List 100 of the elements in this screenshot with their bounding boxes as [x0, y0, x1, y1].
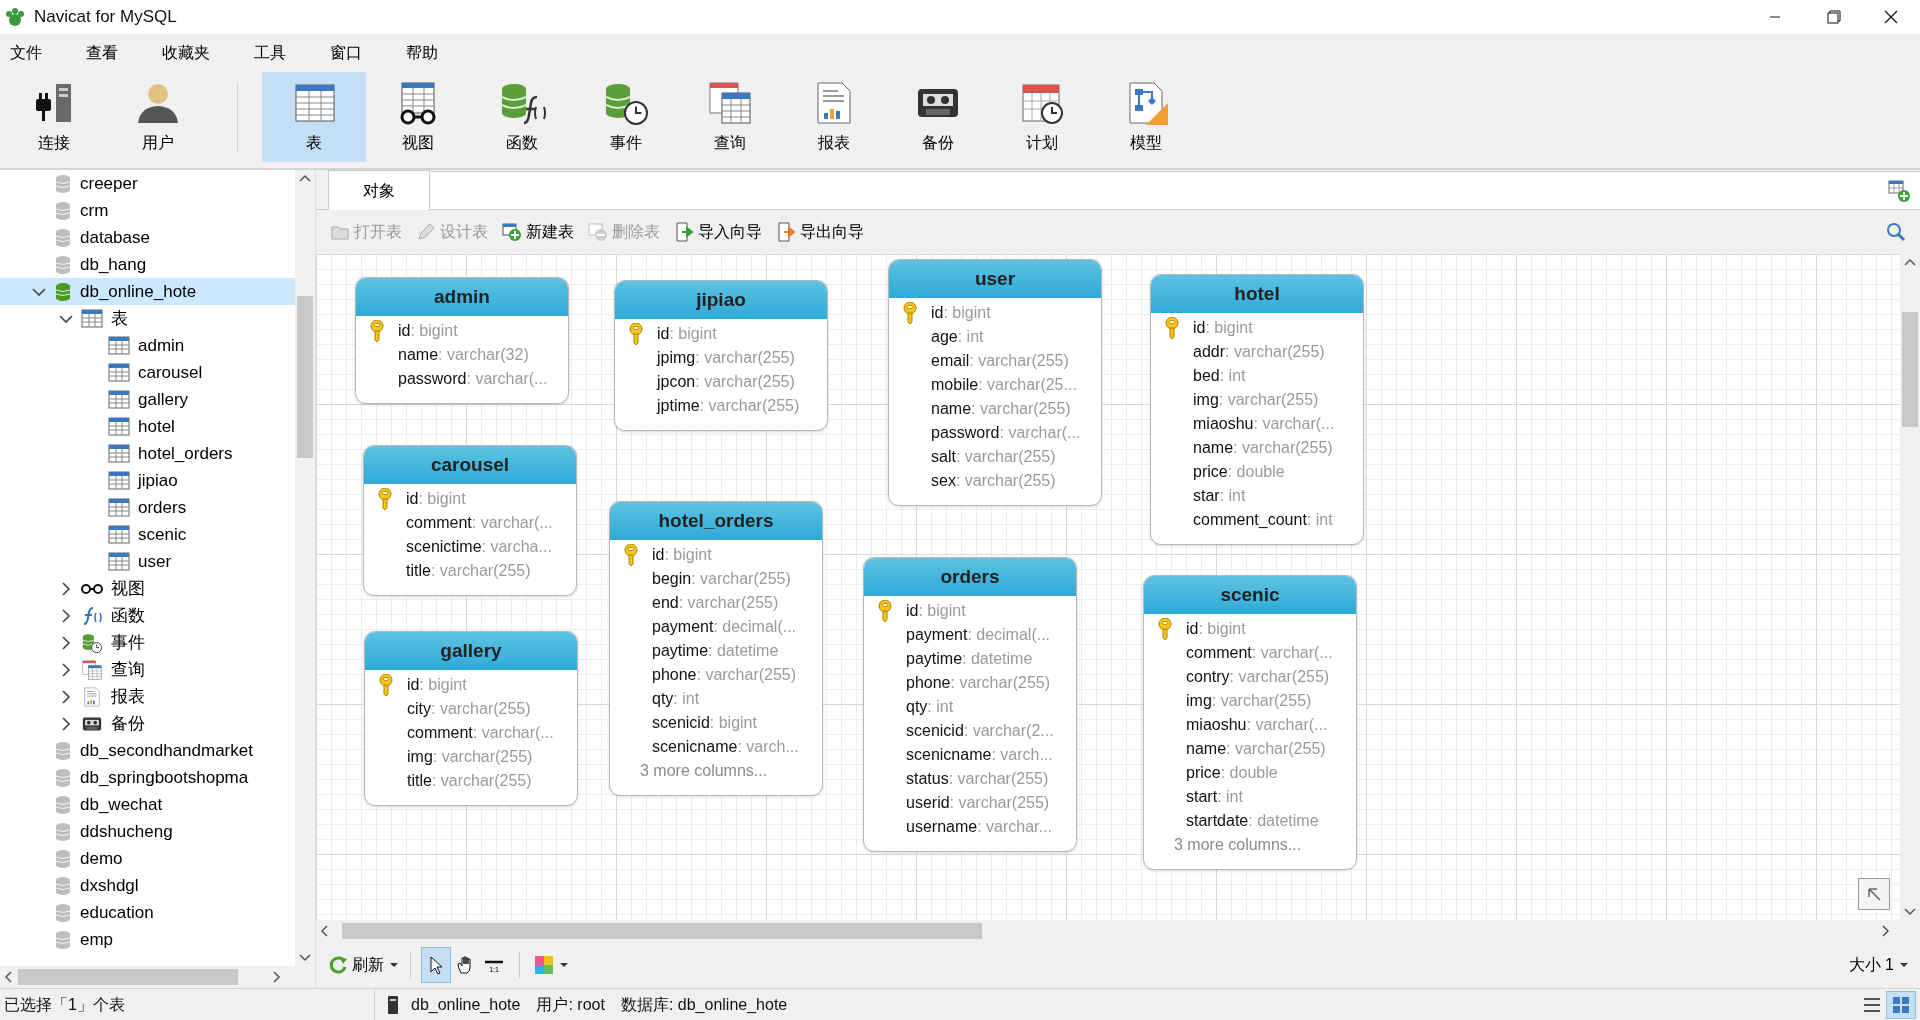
- entity-title: gallery: [365, 632, 577, 670]
- table-icon: [108, 524, 130, 545]
- tree-item[interactable]: db_online_hote: [0, 278, 295, 305]
- table-icon: [108, 389, 130, 410]
- scroll-thumb[interactable]: [18, 969, 238, 985]
- tree-item[interactable]: emp: [0, 926, 295, 953]
- column-text: id: bigint: [407, 675, 467, 695]
- tree-item[interactable]: database: [0, 224, 295, 251]
- toolbar-button[interactable]: 备份: [886, 72, 990, 162]
- table-icon: [108, 416, 130, 437]
- column-text: bed: int: [1193, 366, 1246, 386]
- column-text: name: varchar(32): [398, 345, 529, 365]
- menu-item[interactable]: 窗口: [330, 41, 362, 65]
- column-text: img: varchar(255): [1193, 390, 1319, 410]
- add-table-icon[interactable]: [1888, 179, 1910, 202]
- entity-card[interactable]: user id: bigint age: int email: varchar(255) mobile: varchar(25... name: varchar(255) password: varchar(... salt: varchar(255) sex: varchar(255): [888, 259, 1102, 506]
- entity-title: hotel: [1151, 275, 1363, 313]
- tree-item[interactable]: education: [0, 899, 295, 926]
- tree-item[interactable]: scenic: [0, 521, 295, 548]
- entity-title: hotel_orders: [610, 502, 822, 540]
- tree-item[interactable]: db_secondhandmarket: [0, 737, 295, 764]
- column-text: scenictime: varcha...: [406, 537, 552, 557]
- scroll-thumb[interactable]: [342, 923, 982, 939]
- entity-title: admin: [356, 278, 568, 316]
- column-text: scenicid: bigint: [652, 713, 757, 733]
- tree-item[interactable]: 备份: [0, 710, 295, 737]
- menu-item[interactable]: 工具: [254, 41, 286, 65]
- arrow-icon: [1865, 885, 1883, 903]
- tree-item[interactable]: creeper: [0, 170, 295, 197]
- entity-card[interactable]: jipiao id: bigint jpimg: varchar(255) jpcon: varchar(255) jptime: varchar(255): [614, 280, 828, 431]
- tree-item[interactable]: db_springbootshopma: [0, 764, 295, 791]
- scroll-thumb[interactable]: [297, 296, 313, 458]
- toolbar-button[interactable]: 导出向导: [772, 218, 868, 246]
- database-clock-icon: [81, 631, 103, 654]
- column-text: contry: varchar(255): [1186, 667, 1330, 687]
- tree-item[interactable]: jipiao: [0, 467, 295, 494]
- menu-item[interactable]: 查看: [86, 41, 118, 65]
- toolbar-button[interactable]: 计划: [990, 72, 1094, 162]
- toolbar-button[interactable]: 查询: [678, 72, 782, 162]
- tool-button[interactable]: [421, 947, 451, 983]
- entity-card[interactable]: carousel id: bigint comment: varchar(... scenictime: varcha... title: varchar(255): [363, 445, 577, 596]
- column-text: username: varchar...: [906, 817, 1052, 837]
- column-text: comment: varchar(...: [1186, 643, 1333, 663]
- tree-item[interactable]: 事件: [0, 629, 295, 656]
- tree-item[interactable]: demo: [0, 845, 295, 872]
- entity-title: carousel: [364, 446, 576, 484]
- toolbar-button[interactable]: 事件: [574, 72, 678, 162]
- tree-item[interactable]: db_hang: [0, 251, 295, 278]
- tree-item[interactable]: 视图: [0, 575, 295, 602]
- entity-card[interactable]: admin id: bigint name: varchar(32) password: varchar(...: [355, 277, 569, 404]
- tree-item[interactable]: carousel: [0, 359, 295, 386]
- toolbar-button[interactable]: 函数: [470, 72, 574, 162]
- entity-card[interactable]: scenic id: bigint comment: varchar(... contry: varchar(255) img: varchar(255) miaoshu: varchar(... name: varchar(255) price: double start: int startdate: datetime 3 more columns...: [1143, 575, 1357, 870]
- toolbar-button[interactable]: 新建表: [498, 218, 578, 246]
- entity-card[interactable]: hotel id: bigint addr: varchar(255) bed: int img: varchar(255) miaoshu: varchar(... name: varchar(255) price: double star: int comment_count: int: [1150, 274, 1364, 545]
- toolbar-button[interactable]: 模型: [1094, 72, 1198, 162]
- menu-item[interactable]: 收藏夹: [162, 41, 210, 65]
- entity-title: user: [889, 260, 1101, 298]
- color-swatch-icon: [534, 955, 554, 975]
- tree-item[interactable]: 表: [0, 305, 295, 332]
- size-dropdown[interactable]: 大小 1: [1844, 947, 1914, 983]
- toolbar-button[interactable]: 用户: [106, 72, 210, 162]
- tree-item[interactable]: orders: [0, 494, 295, 521]
- entity-card[interactable]: orders id: bigint payment: decimal(... paytime: datetime phone: varchar(255) qty: int scenicid: varchar(2... scenicname: varch... status: varchar(255) userid: varchar(255) username: varchar...: [863, 557, 1077, 852]
- tree-item[interactable]: user: [0, 548, 295, 575]
- column-text: title: varchar(255): [406, 561, 531, 581]
- menu-item[interactable]: 帮助: [406, 41, 438, 65]
- scroll-thumb[interactable]: [1902, 312, 1918, 427]
- tree-item[interactable]: crm: [0, 197, 295, 224]
- tree-item[interactable]: hotel: [0, 413, 295, 440]
- tree-item[interactable]: ddshucheng: [0, 818, 295, 845]
- entity-card[interactable]: gallery id: bigint city: varchar(255) comment: varchar(... img: varchar(255) title: varchar(255): [364, 631, 578, 806]
- tree-item[interactable]: admin: [0, 332, 295, 359]
- toolbar-button[interactable]: 表: [262, 72, 366, 162]
- entity-card[interactable]: hotel_orders id: bigint begin: varchar(255) end: varchar(255) payment: decimal(... paytime: datetime phone: varchar(255) qty: int scenicid: bigint scenicname: varch... 3 more columns...: [609, 501, 823, 796]
- tree-item[interactable]: 报表: [0, 683, 295, 710]
- menu-item[interactable]: 文件: [10, 41, 42, 65]
- column-text: mobile: varchar(25...: [931, 375, 1077, 395]
- view-toggle[interactable]: [1886, 990, 1916, 1019]
- search-icon[interactable]: [1886, 222, 1906, 242]
- column-text: phone: varchar(255): [652, 665, 797, 685]
- scrollbar[interactable]: [0, 966, 315, 988]
- tree-item[interactable]: dxshdgl: [0, 872, 295, 899]
- table-icon: [108, 470, 130, 491]
- tree-item[interactable]: db_wechat: [0, 791, 295, 818]
- tree-item[interactable]: 函数: [0, 602, 295, 629]
- tree-item[interactable]: 查询: [0, 656, 295, 683]
- toolbar-button[interactable]: 视图: [366, 72, 470, 162]
- column-text: price: double: [1186, 763, 1278, 783]
- refresh-button[interactable]: 刷新: [324, 947, 388, 983]
- column-text: name: varchar(255): [1186, 739, 1326, 759]
- fit-button[interactable]: [1858, 878, 1890, 910]
- toolbar-button[interactable]: 连接: [2, 72, 106, 162]
- tree-item[interactable]: hotel_orders: [0, 440, 295, 467]
- tab[interactable]: 对象: [328, 170, 430, 210]
- status-text: 已选择「1」个表: [3, 994, 126, 1015]
- scrollbar[interactable]: [295, 170, 315, 966]
- tree-item[interactable]: gallery: [0, 386, 295, 413]
- toolbar-button[interactable]: 报表: [782, 72, 886, 162]
- toolbar-button[interactable]: 导入向导: [670, 218, 766, 246]
